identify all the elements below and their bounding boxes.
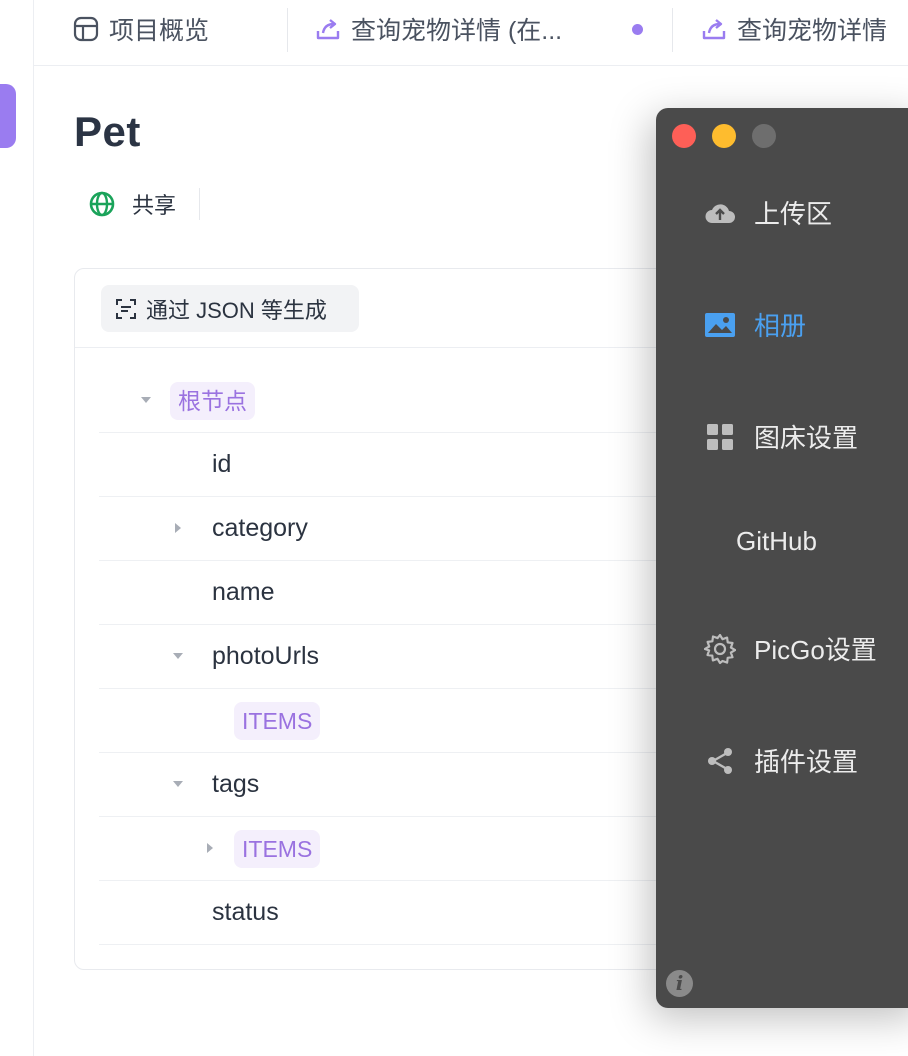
layout-icon [72, 15, 100, 43]
caret-down-icon[interactable] [171, 777, 185, 791]
tab-label: 项目概览 [109, 17, 210, 45]
tree-row[interactable]: name [99, 561, 739, 625]
menu-picgo-settings[interactable]: PicGo设置 [704, 630, 877, 667]
tree-row[interactable]: tags [99, 753, 739, 817]
tab-label: 查询宠物详情 [737, 17, 888, 45]
menu-upload[interactable]: 上传区 [704, 194, 832, 231]
items-tag: ITEMS [234, 702, 321, 740]
menu-plugin-settings[interactable]: 插件设置 [704, 742, 858, 779]
generate-from-json-button[interactable]: 通过 JSON 等生成 [101, 285, 359, 332]
unsaved-dot [632, 24, 643, 35]
caret-down-icon[interactable] [171, 649, 185, 663]
tab-query-pet-2[interactable]: 查询宠物详情 [700, 0, 887, 58]
tree-row[interactable]: ITEMS [99, 817, 739, 881]
caret-right-icon[interactable] [203, 841, 217, 855]
tree-row[interactable]: category [99, 497, 739, 561]
tab-label: 查询宠物详情 (在... [351, 17, 563, 45]
menu-label: 上传区 [754, 199, 833, 229]
divider [199, 188, 200, 220]
info-icon[interactable]: i [666, 970, 693, 997]
caret-down-icon[interactable] [139, 393, 153, 407]
zoom-button[interactable] [752, 124, 776, 148]
menu-label: GitHub [736, 526, 817, 556]
tree-row[interactable]: status [99, 881, 739, 945]
generate-label: 通过 JSON 等生成 [146, 297, 327, 323]
menu-github[interactable]: GitHub [736, 526, 817, 557]
menu-image-host-settings[interactable]: 图床设置 [704, 418, 858, 455]
field-name: category [212, 514, 308, 542]
image-icon [704, 309, 736, 341]
share-icon [704, 745, 736, 777]
tab-divider [672, 8, 673, 52]
items-tag: ITEMS [234, 830, 321, 868]
window-controls [672, 124, 776, 148]
menu-label: 插件设置 [754, 747, 859, 777]
grid-icon [704, 421, 736, 453]
tab-project-overview[interactable]: 项目概览 [72, 0, 209, 58]
tree-row[interactable]: photoUrls [99, 625, 739, 689]
field-name: tags [212, 770, 260, 798]
globe-icon [88, 190, 116, 218]
tree-row[interactable]: ITEMS [99, 689, 739, 753]
menu-label: 相册 [754, 311, 807, 341]
caret-right-icon[interactable] [171, 521, 185, 535]
gear-icon [704, 633, 736, 665]
menu-label: 图床设置 [754, 423, 859, 453]
field-name: photoUrls [212, 642, 319, 670]
field-name: id [212, 450, 232, 478]
share-label: 共享 [132, 193, 177, 218]
root-node-tag: 根节点 [170, 382, 255, 420]
cloud-upload-icon [704, 197, 736, 229]
left-sidebar [0, 0, 34, 1056]
menu-label: PicGo设置 [754, 635, 877, 665]
upload-icon [314, 15, 342, 43]
minimize-button[interactable] [712, 124, 736, 148]
tab-bar: 项目概览 查询宠物详情 (在... 查询宠物详情 [34, 0, 908, 66]
share-button[interactable]: 共享 [88, 188, 176, 220]
page-title: Pet [74, 108, 141, 155]
tab-divider [287, 8, 288, 52]
close-button[interactable] [672, 124, 696, 148]
tree-row-root[interactable]: 根节点 [99, 369, 739, 433]
sidebar-active-indicator [0, 84, 16, 148]
scan-icon [115, 298, 137, 320]
menu-gallery[interactable]: 相册 [704, 306, 806, 343]
upload-icon [700, 15, 728, 43]
tree-row[interactable]: id [99, 433, 739, 497]
field-name: status [212, 898, 279, 926]
field-name: name [212, 578, 275, 606]
picgo-window: 上传区 相册 图床设置 GitHub PicGo设置 插件设置 i [656, 108, 908, 1008]
tab-query-pet-1[interactable]: 查询宠物详情 (在... [314, 0, 562, 58]
